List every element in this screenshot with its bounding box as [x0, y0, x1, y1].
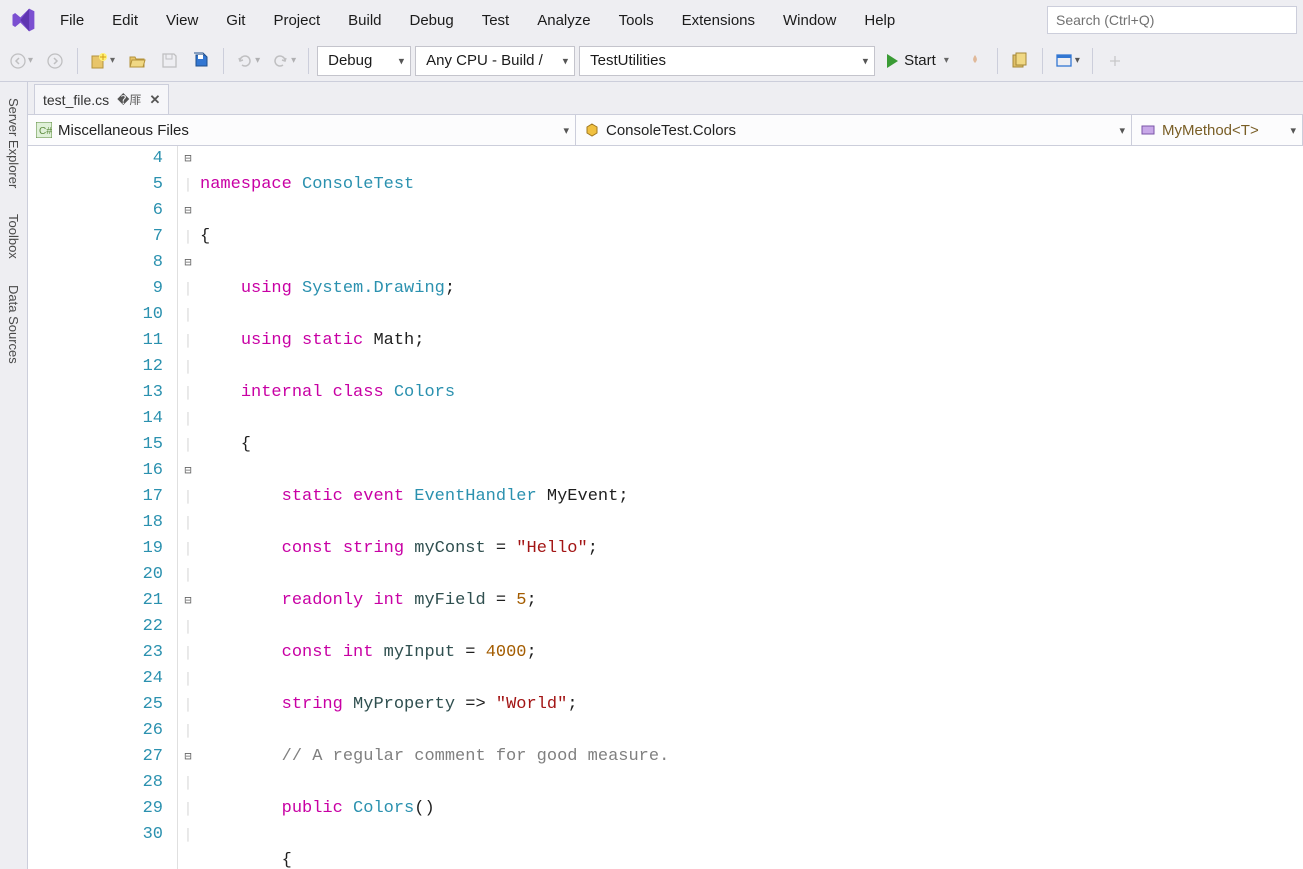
menu-debug[interactable]: Debug — [396, 6, 468, 35]
save-all-button[interactable] — [187, 47, 215, 75]
menu-file[interactable]: File — [46, 6, 98, 35]
toggle-button[interactable] — [1101, 47, 1129, 75]
menu-window[interactable]: Window — [769, 6, 850, 35]
window-layout-button[interactable]: ▾ — [1051, 47, 1084, 75]
menu-help[interactable]: Help — [850, 6, 909, 35]
new-item-button[interactable]: ▾ — [86, 47, 119, 75]
side-tab-well: Server Explorer Toolbox Data Sources — [0, 82, 28, 869]
open-file-button[interactable] — [123, 47, 151, 75]
start-debug-button[interactable]: Start ▾ — [879, 46, 957, 76]
nav-method-dropdown[interactable]: MyMethod<T> — [1132, 115, 1303, 145]
document-tab-strip: test_file.cs �厞 ✕ — [28, 82, 1303, 114]
save-button[interactable] — [155, 47, 183, 75]
close-icon[interactable]: ✕ — [149, 92, 160, 108]
document-tab-label: test_file.cs — [43, 92, 109, 108]
menu-analyze[interactable]: Analyze — [523, 6, 604, 35]
redo-button[interactable]: ▾ — [268, 47, 300, 75]
document-pane: test_file.cs �厞 ✕ C# Miscellaneous Files… — [28, 82, 1303, 869]
nav-forward-button[interactable] — [41, 47, 69, 75]
nav-project-dropdown[interactable]: C# Miscellaneous Files — [28, 115, 576, 145]
hot-reload-button[interactable] — [961, 47, 989, 75]
menu-edit[interactable]: Edit — [98, 6, 152, 35]
menu-git[interactable]: Git — [212, 6, 259, 35]
side-tab-toolbox[interactable]: Toolbox — [4, 208, 23, 265]
code-editor[interactable]: 4567891011121314151617181920212223242526… — [28, 146, 1303, 869]
line-number-gutter: 4567891011121314151617181920212223242526… — [28, 146, 178, 869]
menu-build[interactable]: Build — [334, 6, 395, 35]
platform-dropdown[interactable]: Any CPU - Build / — [415, 46, 575, 76]
start-label: Start — [904, 52, 936, 69]
config-dropdown[interactable]: Debug — [317, 46, 411, 76]
side-tab-data-sources[interactable]: Data Sources — [4, 279, 23, 370]
menu-test[interactable]: Test — [468, 6, 524, 35]
navigation-bar: C# Miscellaneous Files ConsoleTest.Color… — [28, 114, 1303, 146]
nav-class-dropdown[interactable]: ConsoleTest.Colors — [576, 115, 1132, 145]
nav-class-label: ConsoleTest.Colors — [606, 122, 736, 139]
undo-button[interactable]: ▾ — [232, 47, 264, 75]
code-content[interactable]: namespace ConsoleTest { using System.Dra… — [198, 146, 1303, 869]
quick-search-input[interactable]: Search (Ctrl+Q) — [1047, 6, 1297, 34]
menu-extensions[interactable]: Extensions — [668, 6, 769, 35]
document-tab[interactable]: test_file.cs �厞 ✕ — [34, 84, 169, 114]
folding-gutter[interactable]: ⊟│⊟│⊟│││││││⊟││││⊟│││││⊟│││ — [178, 146, 198, 869]
pin-icon[interactable]: �厞 — [117, 91, 141, 108]
play-icon — [887, 54, 898, 68]
find-in-files-button[interactable] — [1006, 47, 1034, 75]
class-icon — [584, 122, 600, 138]
menu-view[interactable]: View — [152, 6, 212, 35]
menu-tools[interactable]: Tools — [605, 6, 668, 35]
nav-project-label: Miscellaneous Files — [58, 122, 189, 139]
nav-back-button[interactable]: ▾ — [6, 47, 37, 75]
menu-bar: File Edit View Git Project Build Debug T… — [0, 0, 1303, 40]
toolbar: ▾ ▾ ▾ ▾ Debug Any CPU - Build / TestUtil… — [0, 40, 1303, 82]
method-icon — [1140, 122, 1156, 138]
svg-text:C#: C# — [39, 126, 52, 137]
csharp-icon: C# — [36, 122, 52, 138]
startup-project-dropdown[interactable]: TestUtilities — [579, 46, 875, 76]
nav-method-label: MyMethod<T> — [1162, 122, 1259, 139]
side-tab-server-explorer[interactable]: Server Explorer — [4, 92, 23, 194]
menu-project[interactable]: Project — [259, 6, 334, 35]
vs-logo-icon — [6, 3, 40, 37]
workspace: Server Explorer Toolbox Data Sources tes… — [0, 82, 1303, 869]
